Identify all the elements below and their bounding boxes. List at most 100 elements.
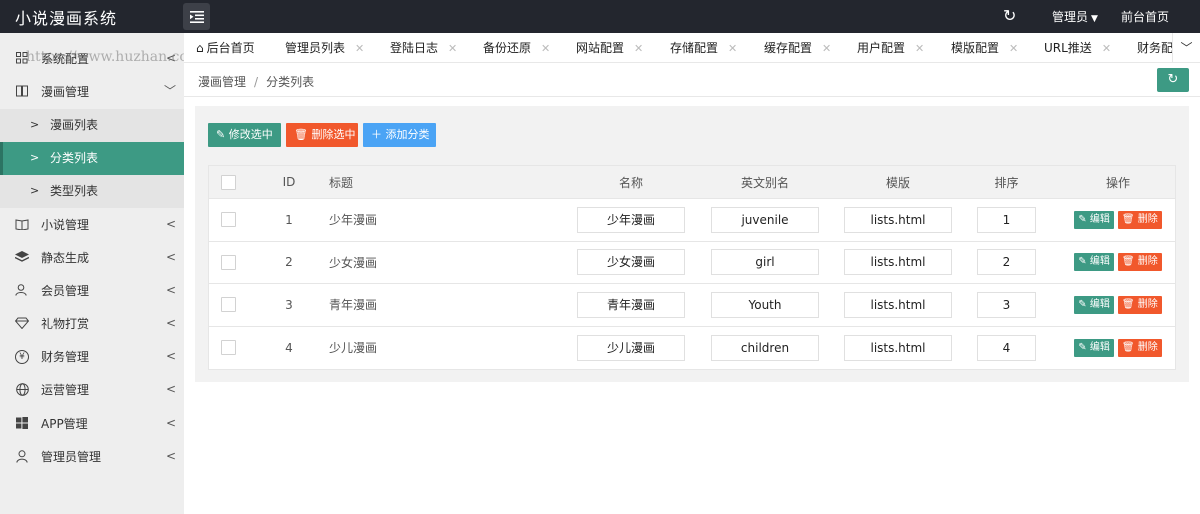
menu-fold-icon	[189, 10, 204, 23]
template-input[interactable]: lists.html	[844, 249, 952, 276]
delete-selected-button[interactable]: 🗑 删除选中	[286, 123, 358, 147]
row-delete-button[interactable]: 🗑 删除	[1117, 253, 1162, 272]
name-input[interactable]: 少儿漫画	[577, 334, 685, 361]
sort-input[interactable]: 1	[977, 206, 1036, 233]
alias-input[interactable]: Youth	[711, 291, 819, 318]
close-icon[interactable]: ✕	[448, 42, 457, 55]
tab-admin-list[interactable]: 管理员列表 ✕	[285, 41, 364, 56]
row-edit-button[interactable]: ✎ 编辑	[1074, 210, 1114, 229]
sidebar-item-gift-reward[interactable]: 礼物打赏 <	[0, 308, 184, 341]
sidebar-item-operation-manage[interactable]: 运营管理 <	[0, 374, 184, 407]
row-checkbox[interactable]	[221, 254, 236, 270]
tab-dashboard[interactable]: ⌂ 后台首页	[196, 41, 255, 55]
sort-input[interactable]: 4	[977, 334, 1036, 361]
tab-backup-restore[interactable]: 备份还原 ✕	[483, 41, 550, 56]
sidebar-item-finance-manage[interactable]: ¥ 财务管理 <	[0, 341, 184, 374]
sort-input[interactable]: 3	[977, 291, 1036, 318]
row-alias-cell: girl	[711, 242, 819, 284]
tab-label: 后台首页	[206, 41, 255, 55]
row-id: 1	[285, 212, 293, 227]
users-icon	[15, 284, 29, 298]
sidebar-item-admin-manage[interactable]: 管理员管理 <	[0, 441, 184, 474]
row-edit-button[interactable]: ✎ 编辑	[1074, 338, 1114, 357]
row-checkbox-cell	[221, 284, 241, 326]
template-input[interactable]: lists.html	[844, 206, 952, 233]
edit-selected-button[interactable]: ✎ 修改选中	[208, 123, 281, 147]
sidebar-item-member-manage[interactable]: 会员管理 <	[0, 275, 184, 308]
sidebar-subitem-comic-list[interactable]: > 漫画列表	[0, 109, 184, 142]
tab-site-config[interactable]: 网站配置 ✕	[576, 41, 643, 56]
globe-icon	[15, 383, 29, 397]
sidebar-subitem-category-list[interactable]: > 分类列表	[0, 142, 184, 175]
sidebar-item-novel-manage[interactable]: 小说管理 <	[0, 209, 184, 242]
table-row: 2 少女漫画 少女漫画 girl lists.html 2 ✎ 编辑 🗑 删除	[209, 241, 1175, 284]
row-operations: ✎ 编辑 🗑 删除	[1068, 199, 1168, 241]
sidebar-item-system-config[interactable]: 系统配置 <	[0, 43, 184, 76]
breadcrumb: 漫画管理 / 分类列表	[198, 73, 314, 90]
alias-input[interactable]: juvenile	[711, 206, 819, 233]
name-input[interactable]: 青年漫画	[577, 291, 685, 318]
home-icon: ⌂	[196, 41, 204, 55]
chevron-left-icon: <	[165, 250, 176, 264]
row-delete-button[interactable]: 🗑 删除	[1117, 295, 1162, 314]
name-input[interactable]: 少年漫画	[577, 206, 685, 233]
alias-input[interactable]: children	[711, 334, 819, 361]
close-icon[interactable]: ✕	[541, 42, 550, 55]
breadcrumb-parent[interactable]: 漫画管理	[198, 75, 246, 89]
tab-login-log[interactable]: 登陆日志 ✕	[390, 41, 457, 56]
row-delete-button[interactable]: 🗑 删除	[1117, 338, 1162, 357]
sidebar-item-comic-manage[interactable]: 漫画管理 ﹀	[0, 76, 184, 109]
name-input[interactable]: 少女漫画	[577, 249, 685, 276]
sidebar-subitem-label: 分类列表	[50, 151, 99, 165]
trash-icon: 🗑	[1121, 298, 1135, 310]
close-icon[interactable]: ✕	[1102, 42, 1111, 55]
sidebar-item-label: 管理员管理	[41, 450, 102, 464]
row-checkbox[interactable]	[221, 297, 236, 313]
template-input[interactable]: lists.html	[844, 291, 952, 318]
refresh-icon[interactable]: ↻	[1003, 6, 1016, 25]
sidebar-subitem-type-list[interactable]: > 类型列表	[0, 175, 184, 208]
admin-menu[interactable]: 管理员 ▼	[1052, 8, 1098, 25]
delete-label: 删除	[1137, 256, 1158, 268]
row-checkbox[interactable]	[221, 340, 236, 356]
select-all-checkbox[interactable]	[221, 174, 236, 190]
frontend-home-link[interactable]: 前台首页	[1121, 8, 1169, 25]
template-input[interactable]: lists.html	[844, 334, 952, 361]
close-icon[interactable]: ✕	[1009, 42, 1018, 55]
row-delete-button[interactable]: 🗑 删除	[1117, 210, 1162, 229]
open-book-icon	[15, 218, 29, 232]
row-template-cell: lists.html	[844, 327, 952, 370]
pencil-icon: ✎	[1078, 256, 1087, 268]
page-refresh-button[interactable]: ↻	[1157, 68, 1189, 92]
tab-label: 登陆日志	[390, 41, 439, 55]
close-icon[interactable]: ✕	[634, 42, 643, 55]
close-icon[interactable]: ✕	[915, 42, 924, 55]
close-icon[interactable]: ✕	[355, 42, 364, 55]
row-edit-button[interactable]: ✎ 编辑	[1074, 295, 1114, 314]
tabs-more-chevron-down-icon[interactable]: ﹀	[1172, 33, 1200, 62]
row-name-cell: 少女漫画	[577, 242, 685, 284]
close-icon[interactable]: ✕	[728, 42, 737, 55]
header-operations: 操作	[1105, 175, 1130, 190]
sort-input[interactable]: 2	[977, 249, 1036, 276]
row-operations: ✎ 编辑 🗑 删除	[1068, 284, 1168, 326]
tab-storage-config[interactable]: 存储配置 ✕	[670, 41, 737, 56]
tab-cache-config[interactable]: 缓存配置 ✕	[764, 41, 831, 56]
sidebar-item-static-gen[interactable]: 静态生成 <	[0, 242, 184, 275]
tab-url-push[interactable]: URL推送 ✕	[1044, 41, 1111, 56]
row-checkbox[interactable]	[221, 212, 236, 228]
sidebar-item-label: 小说管理	[41, 218, 90, 232]
add-category-button[interactable]: ＋ 添加分类	[363, 123, 436, 147]
tab-label: 存储配置	[670, 41, 719, 55]
row-checkbox-cell	[221, 327, 241, 370]
close-icon[interactable]: ✕	[822, 42, 831, 55]
row-template-cell: lists.html	[844, 284, 952, 326]
grid-icon	[15, 52, 29, 66]
alias-input[interactable]: girl	[711, 249, 819, 276]
menu-toggle-button[interactable]	[183, 3, 210, 30]
diamond-icon	[14, 317, 30, 331]
tab-user-config[interactable]: 用户配置 ✕	[857, 41, 924, 56]
sidebar-item-app-manage[interactable]: APP管理 <	[0, 408, 184, 441]
tab-template-config[interactable]: 模版配置 ✕	[951, 41, 1018, 56]
row-edit-button[interactable]: ✎ 编辑	[1074, 253, 1114, 272]
